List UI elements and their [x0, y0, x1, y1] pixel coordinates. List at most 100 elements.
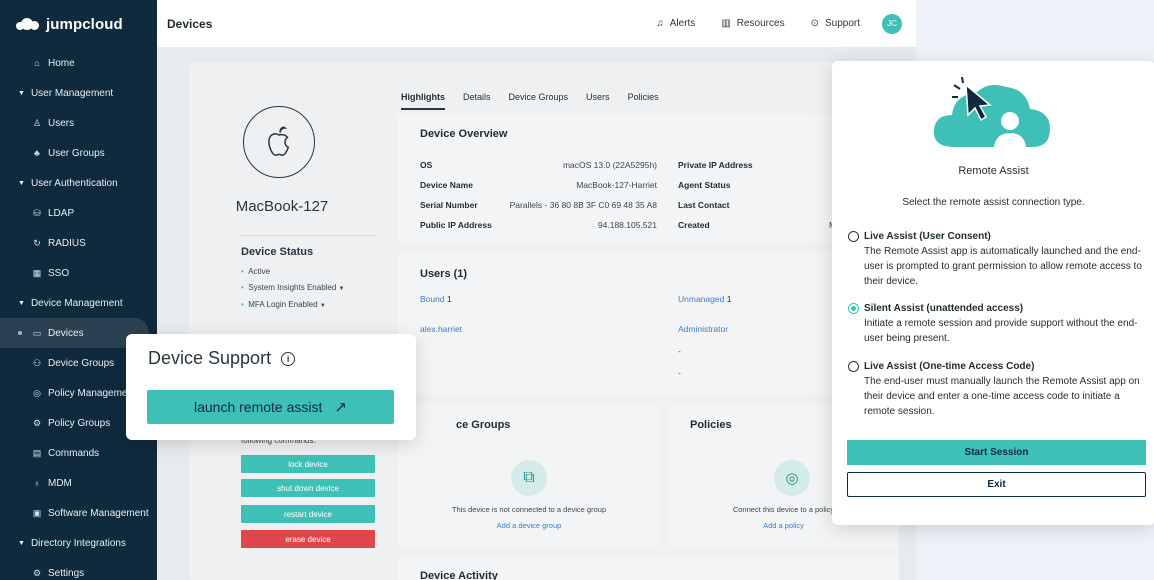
device-groups-title: ce Groups — [456, 419, 511, 431]
device-support-header: Device Support i — [148, 348, 296, 369]
radio-button[interactable] — [848, 303, 859, 314]
sidebar-item-17[interactable]: ⚙ Settings — [0, 558, 157, 580]
bound-header: Bound 1 — [420, 294, 452, 304]
sidebar-item-0[interactable]: ⌂ Home — [0, 48, 157, 78]
sidebar-item-7[interactable]: ▦ SSO — [0, 258, 157, 288]
option-title: Live Assist (One-time Access Code) — [864, 361, 1035, 372]
sidebar-item-label: SSO — [48, 267, 70, 279]
option-description: Initiate a remote session and provide su… — [864, 318, 1138, 344]
device-groups-icon: ⚇ — [32, 357, 42, 368]
option-description: The Remote Assist app is automatically l… — [864, 246, 1142, 287]
sidebar-section-label: Device Management — [30, 297, 123, 309]
users-panel: Users (1) Bound 1 Unmanaged 1 alex.harri… — [398, 252, 899, 394]
sidebar-section-1[interactable]: ▼ User Management — [0, 78, 157, 108]
overview-key: Created — [678, 220, 710, 230]
sidebar-item-label: User Groups — [48, 147, 105, 159]
unmanaged-user-link[interactable]: Administrator — [678, 324, 728, 334]
sidebar-section-4[interactable]: ▼ User Authentication — [0, 168, 157, 198]
command-button[interactable]: lock device — [241, 455, 375, 473]
support-label: Support — [824, 18, 860, 29]
user-groups-icon: ♣ — [34, 148, 40, 158]
sidebar-item-5[interactable]: ⛁ LDAP — [0, 198, 157, 228]
sidebar-item-label: Device Groups — [48, 357, 115, 369]
start-session-button[interactable]: Start Session — [847, 440, 1146, 465]
status-label: Active — [248, 267, 271, 276]
unmanaged-count: 1 — [726, 294, 732, 304]
remote-assist-option[interactable]: Live Assist (One-time Access Code) The en… — [848, 359, 1148, 419]
tab-4[interactable]: Policies — [628, 92, 659, 110]
status-item[interactable]: • MFA Login Enabled ▼ — [241, 297, 345, 314]
remote-assist-option[interactable]: Silent Assist (unattended access) Initiat… — [848, 301, 1148, 346]
apple-logo-icon — [243, 106, 315, 178]
launch-remote-assist-label: launch remote assist — [194, 399, 323, 415]
alerts-link[interactable]: ♫ Alerts — [656, 18, 695, 29]
sidebar-item-label: Software Management — [48, 507, 149, 519]
sidebar-item-label: Devices — [48, 327, 84, 339]
brand-logo[interactable]: jumpcloud — [0, 0, 157, 48]
sidebar-item-13[interactable]: ▤ Commands — [0, 438, 157, 468]
overview-key: Last Contact — [678, 200, 730, 210]
support-link[interactable]: ⊙ Support — [811, 18, 860, 29]
command-button[interactable]: shut down device — [241, 479, 375, 497]
status-item: • Active — [241, 264, 345, 280]
unmanaged-label: Unmanaged — [678, 294, 725, 304]
sidebar-item-label: RADIUS — [48, 237, 86, 249]
tab-0[interactable]: Highlights — [401, 92, 445, 110]
bell-icon: ♫ — [656, 18, 664, 29]
sidebar: jumpcloud ⌂ Home ▼ User Management ♙ Users ♣ Us… — [0, 0, 157, 580]
sidebar-item-15[interactable]: ▣ Software Management — [0, 498, 157, 528]
info-icon[interactable]: i — [281, 351, 296, 366]
overview-key: OS — [420, 160, 433, 170]
main-content: MacBook-127 Device Status • Active • Syst… — [157, 48, 916, 580]
sidebar-item-3[interactable]: ♣ User Groups — [0, 138, 157, 168]
device-tabs: Highlights Details Device Groups Users Polic… — [401, 92, 659, 110]
remote-assist-subtitle: Select the remote assist connection type… — [902, 197, 1085, 208]
avatar[interactable]: JC — [882, 13, 902, 34]
tab-1[interactable]: Details — [463, 92, 491, 110]
overview-value: Parallels - 36 80 8B 3F C0 69 48 35 A8 — [509, 200, 657, 210]
exit-button[interactable]: Exit — [847, 472, 1146, 497]
bound-count: 1 — [446, 294, 452, 304]
command-button[interactable]: restart device — [241, 505, 375, 523]
sidebar-section-8[interactable]: ▼ Device Management — [0, 288, 157, 318]
device-overview-panel: Device Overview OS macOS 13.0 (22A5295h) D… — [398, 114, 899, 242]
sidebar-item-6[interactable]: ↻ RADIUS — [0, 228, 157, 258]
sidebar-item-2[interactable]: ♙ Users — [0, 108, 157, 138]
sidebar-section-16[interactable]: ▼ Directory Integrations — [0, 528, 157, 558]
device-support-title: Device Support — [148, 348, 272, 368]
active-dot — [18, 331, 22, 335]
radio-button[interactable] — [848, 361, 859, 372]
jumpcloud-logo-icon — [16, 18, 40, 30]
launch-remote-assist-button[interactable]: launch remote assist ↗ — [147, 390, 394, 424]
overview-value: macOS 13.0 (22A5295h) — [562, 160, 657, 170]
dash-value: - — [678, 346, 681, 356]
status-label: System Insights Enabled — [248, 283, 337, 292]
home-icon: ⌂ — [34, 58, 40, 68]
book-icon: ▥ — [721, 18, 731, 29]
chevron-down-icon: ▼ — [18, 89, 25, 97]
status-dot: • — [241, 283, 244, 292]
sidebar-section-label: User Authentication — [30, 177, 118, 189]
page-title: Devices — [167, 16, 213, 31]
tab-2[interactable]: Device Groups — [509, 92, 569, 110]
resources-label: Resources — [736, 18, 785, 29]
status-dot: • — [241, 300, 244, 309]
policy-icon: ◎ — [774, 460, 810, 496]
sidebar-nav: ⌂ Home ▼ User Management ♙ Users ♣ User Groups ▼… — [0, 48, 157, 580]
overview-key: Serial Number — [420, 200, 478, 210]
device-name: MacBook-127 — [235, 198, 329, 215]
command-button[interactable]: erase device — [241, 530, 375, 548]
add-device-group-link[interactable]: Add a device group — [398, 521, 660, 530]
user-icon: ♙ — [32, 117, 42, 128]
sidebar-item-14[interactable]: ♁ MDM — [0, 468, 157, 498]
radius-icon: ↻ — [33, 237, 41, 248]
status-item[interactable]: • System Insights Enabled ▼ — [241, 280, 345, 297]
alerts-label: Alerts — [669, 18, 696, 29]
radio-button[interactable] — [848, 231, 859, 242]
tab-3[interactable]: Users — [586, 92, 610, 110]
remote-assist-option[interactable]: Live Assist (User Consent) The Remote Ass… — [848, 229, 1148, 289]
bound-user-link[interactable]: alex.harriet — [420, 324, 462, 334]
resources-link[interactable]: ▥ Resources — [721, 18, 784, 29]
device-groups-panel: ce Groups ⧉ This device is not connected… — [398, 405, 660, 547]
sso-icon: ▦ — [32, 267, 42, 278]
